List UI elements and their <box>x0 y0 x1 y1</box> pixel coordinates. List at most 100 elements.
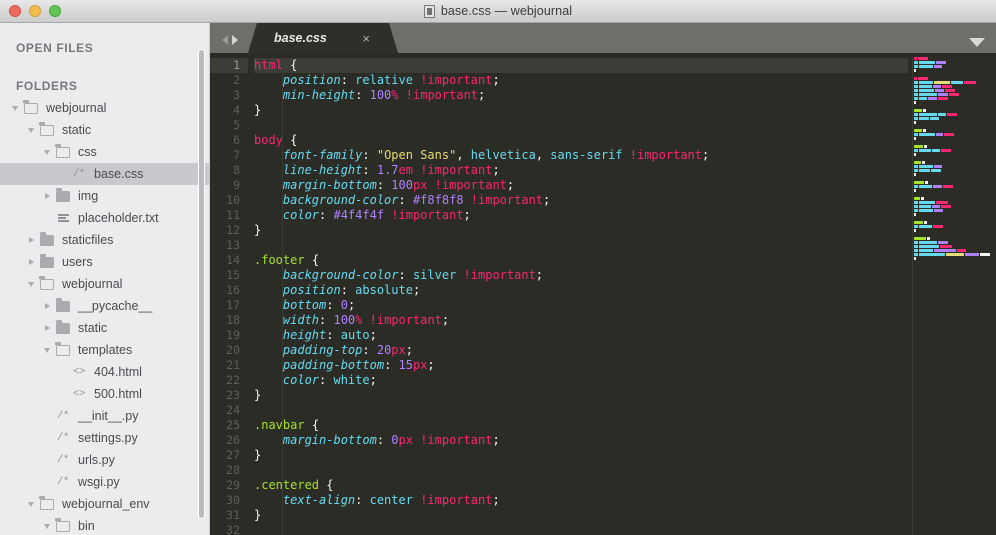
tree-item-webjournal[interactable]: webjournal <box>0 97 209 119</box>
minimap-segment <box>914 137 916 140</box>
tree-item-404-html[interactable]: <> 404.html <box>0 361 209 383</box>
code-token-punc: : <box>319 373 334 387</box>
code-content[interactable]: html { position: relative !important; mi… <box>248 53 908 535</box>
minimap-line <box>908 81 996 84</box>
code-line[interactable]: } <box>254 223 908 238</box>
tree-item-static[interactable]: static <box>0 119 209 141</box>
tree-item-bin[interactable]: bin <box>0 515 209 535</box>
minimap-segment <box>934 209 943 212</box>
code-line[interactable]: position: absolute; <box>254 283 908 298</box>
code-line[interactable]: font-family: "Open Sans", helvetica, san… <box>254 148 908 163</box>
code-token-prop: color <box>282 373 320 387</box>
code-line[interactable]: height: auto; <box>254 328 908 343</box>
zoom-window-button[interactable] <box>49 5 61 17</box>
chevron-down-icon[interactable] <box>26 493 36 515</box>
chevron-down-icon[interactable] <box>10 97 20 119</box>
minimap-line <box>908 245 996 248</box>
minimap-line <box>908 209 996 212</box>
chevron-down-icon[interactable] <box>969 38 985 47</box>
code-minimap[interactable] <box>908 53 996 535</box>
code-line[interactable]: color: white; <box>254 373 908 388</box>
code-line[interactable] <box>254 238 908 253</box>
tree-item-urls-py[interactable]: /* urls.py <box>0 449 209 471</box>
code-line[interactable] <box>254 403 908 418</box>
code-token-num: 0 <box>340 298 348 312</box>
chevron-right-icon[interactable] <box>26 251 36 273</box>
code-line[interactable]: width: 100% !important; <box>254 313 908 328</box>
minimap-line <box>908 109 996 112</box>
tree-item--init-py[interactable]: /* __init__.py <box>0 405 209 427</box>
code-line[interactable]: margin-bottom: 100px !important; <box>254 178 908 193</box>
tree-item-img[interactable]: img <box>0 185 209 207</box>
chevron-right-icon[interactable] <box>42 317 52 339</box>
chevron-right-icon[interactable] <box>42 295 52 317</box>
tree-item-users[interactable]: users <box>0 251 209 273</box>
tree-item-base-css[interactable]: /* base.css <box>0 163 209 185</box>
code-token-punc: ; <box>506 178 515 192</box>
code-line[interactable]: body { <box>254 133 908 148</box>
chevron-down-icon[interactable] <box>42 515 52 535</box>
code-line[interactable]: .centered { <box>254 478 908 493</box>
chevron-right-icon[interactable] <box>26 229 36 251</box>
code-line[interactable]: color: #4f4f4f !important; <box>254 208 908 223</box>
code-line[interactable] <box>254 523 908 535</box>
minimap-line <box>908 57 996 60</box>
code-line[interactable]: } <box>254 508 908 523</box>
line-number: 29 <box>226 478 240 492</box>
chevron-down-icon[interactable] <box>42 141 52 163</box>
nav-forward-arrow-icon[interactable] <box>232 35 238 45</box>
tree-item-webjournal-env[interactable]: webjournal_env <box>0 493 209 515</box>
tree-item-css[interactable]: css <box>0 141 209 163</box>
tree-item--pycache-[interactable]: __pycache__ <box>0 295 209 317</box>
code-line[interactable]: background-color: #f8f8f8 !important; <box>254 193 908 208</box>
minimap-line <box>908 125 996 128</box>
tree-item-staticfiles[interactable]: staticfiles <box>0 229 209 251</box>
code-line[interactable]: background-color: silver !important; <box>254 268 908 283</box>
code-file-icon: /* <box>72 168 85 180</box>
tree-item-webjournal[interactable]: webjournal <box>0 273 209 295</box>
tab-nav-arrows[interactable] <box>210 35 248 53</box>
tab-close-icon[interactable]: × <box>362 32 370 45</box>
chevron-right-icon[interactable] <box>42 185 52 207</box>
close-window-button[interactable] <box>9 5 21 17</box>
code-line[interactable]: line-height: 1.7em !important; <box>254 163 908 178</box>
sidebar-scrollbar[interactable] <box>198 49 205 519</box>
minimap-line <box>908 189 996 192</box>
code-line[interactable] <box>254 463 908 478</box>
code-line[interactable]: .navbar { <box>254 418 908 433</box>
tree-item-500-html[interactable]: <> 500.html <box>0 383 209 405</box>
code-line[interactable]: bottom: 0; <box>254 298 908 313</box>
tree-item-placeholder-txt[interactable]: placeholder.txt <box>0 207 209 229</box>
code-line[interactable] <box>254 118 908 133</box>
tree-item-templates[interactable]: templates <box>0 339 209 361</box>
code-area[interactable]: 1 2 3 4 5 6 7 8 9 10 11 12 13 14 15 16 17 18 19 20 21 22 23 24 2… <box>210 53 996 535</box>
chevron-down-icon[interactable] <box>26 119 36 141</box>
code-token-cls: .footer <box>254 253 305 267</box>
minimize-window-button[interactable] <box>29 5 41 17</box>
nav-back-arrow-icon[interactable] <box>222 35 228 45</box>
minimap-segment <box>914 257 916 260</box>
code-line[interactable]: margin-bottom: 0px !important; <box>254 433 908 448</box>
code-line[interactable]: } <box>254 103 908 118</box>
tab-base-css[interactable]: base.css × <box>248 23 398 53</box>
file-sidebar[interactable]: OPEN FILES FOLDERS webjournal static css /*… <box>0 23 210 535</box>
tree-item-label: placeholder.txt <box>78 211 159 225</box>
minimap-segment <box>919 201 935 204</box>
code-line[interactable]: position: relative !important; <box>254 73 908 88</box>
minimap-segment <box>919 89 934 92</box>
code-line[interactable]: text-align: center !important; <box>254 493 908 508</box>
code-line[interactable]: padding-top: 20px; <box>254 343 908 358</box>
tree-item-static[interactable]: static <box>0 317 209 339</box>
tree-item-wsgi-py[interactable]: /* wsgi.py <box>0 471 209 493</box>
line-number: 19 <box>226 328 240 342</box>
minimap-line <box>908 157 996 160</box>
chevron-down-icon[interactable] <box>26 273 36 295</box>
code-line[interactable]: } <box>254 388 908 403</box>
code-line[interactable]: min-height: 100% !important; <box>254 88 908 103</box>
code-line[interactable]: padding-bottom: 15px; <box>254 358 908 373</box>
tree-item-settings-py[interactable]: /* settings.py <box>0 427 209 449</box>
code-line[interactable]: } <box>254 448 908 463</box>
code-line[interactable]: html { <box>254 58 908 73</box>
chevron-down-icon[interactable] <box>42 339 52 361</box>
code-line[interactable]: .footer { <box>254 253 908 268</box>
